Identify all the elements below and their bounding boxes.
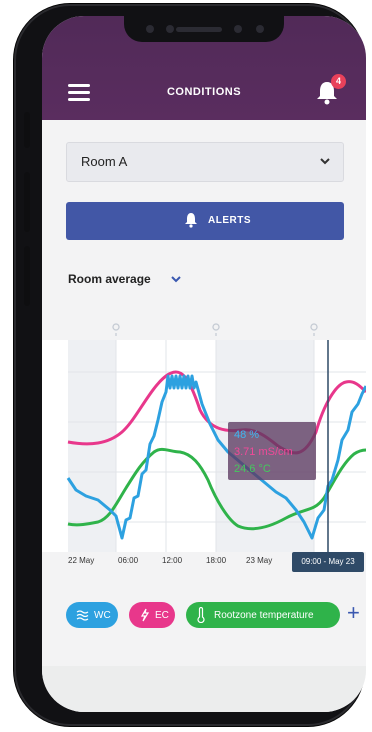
wc-chip-label: WC bbox=[94, 610, 111, 621]
notification-badge: 4 bbox=[331, 74, 346, 89]
phone-screen: CONDITIONS 4 Room A ALERTS Room average bbox=[42, 16, 366, 712]
ec-chip-label: EC bbox=[155, 610, 169, 621]
timeline-label: 18:00 bbox=[206, 556, 227, 565]
phone-side-button bbox=[24, 112, 30, 148]
camera-notch bbox=[124, 16, 284, 42]
tooltip-temperature-value: 24.6 °C bbox=[234, 463, 271, 475]
event-marker-icon[interactable] bbox=[112, 323, 120, 336]
alerts-button[interactable]: ALERTS bbox=[66, 202, 344, 240]
chevron-down-icon[interactable] bbox=[170, 274, 182, 284]
front-camera bbox=[256, 25, 264, 33]
timeline-label: 06:00 bbox=[118, 556, 139, 565]
timeline-label: 12:00 bbox=[162, 556, 183, 565]
room-select[interactable]: Room A bbox=[66, 142, 344, 182]
water-content-icon bbox=[76, 610, 89, 621]
thermometer-icon bbox=[197, 607, 205, 623]
rootzone-chip-label: Rootzone temperature bbox=[214, 610, 314, 621]
timeline-label: 22 May bbox=[68, 556, 95, 565]
chevron-down-icon bbox=[320, 158, 330, 165]
phone-side-button bbox=[24, 246, 30, 306]
view-select-label[interactable]: Room average bbox=[68, 272, 151, 286]
screen-bottom-area bbox=[42, 666, 366, 712]
bell-icon bbox=[185, 213, 197, 228]
sensor-dot bbox=[146, 25, 154, 33]
event-marker-icon[interactable] bbox=[212, 323, 220, 336]
sensor-dot bbox=[234, 25, 242, 33]
ec-series-chip[interactable]: EC bbox=[129, 602, 175, 628]
rootzone-temperature-chip[interactable]: Rootzone temperature bbox=[186, 602, 340, 628]
current-time-label[interactable]: 09:00 - May 23 bbox=[292, 552, 364, 572]
phone-side-button bbox=[24, 172, 30, 232]
add-series-button[interactable]: + bbox=[347, 600, 360, 626]
event-marker-icon[interactable] bbox=[310, 323, 318, 336]
tooltip-ec-value: 3.71 mS/cm bbox=[234, 446, 293, 458]
sensor-dot bbox=[166, 25, 174, 33]
wc-series-chip[interactable]: WC bbox=[66, 602, 118, 628]
timeline-label: 23 May bbox=[246, 556, 273, 565]
phone-frame: CONDITIONS 4 Room A ALERTS Room average bbox=[14, 4, 366, 726]
alerts-button-label: ALERTS bbox=[208, 215, 251, 226]
conditions-chart[interactable]: 48 % 3.71 mS/cm 24.6 °C bbox=[42, 312, 366, 552]
room-select-value: Room A bbox=[81, 154, 128, 169]
lightning-icon bbox=[140, 608, 150, 622]
notifications-button[interactable]: 4 bbox=[314, 74, 346, 108]
speaker-grille bbox=[176, 27, 222, 32]
tooltip-wc-value: 48 % bbox=[234, 429, 259, 441]
